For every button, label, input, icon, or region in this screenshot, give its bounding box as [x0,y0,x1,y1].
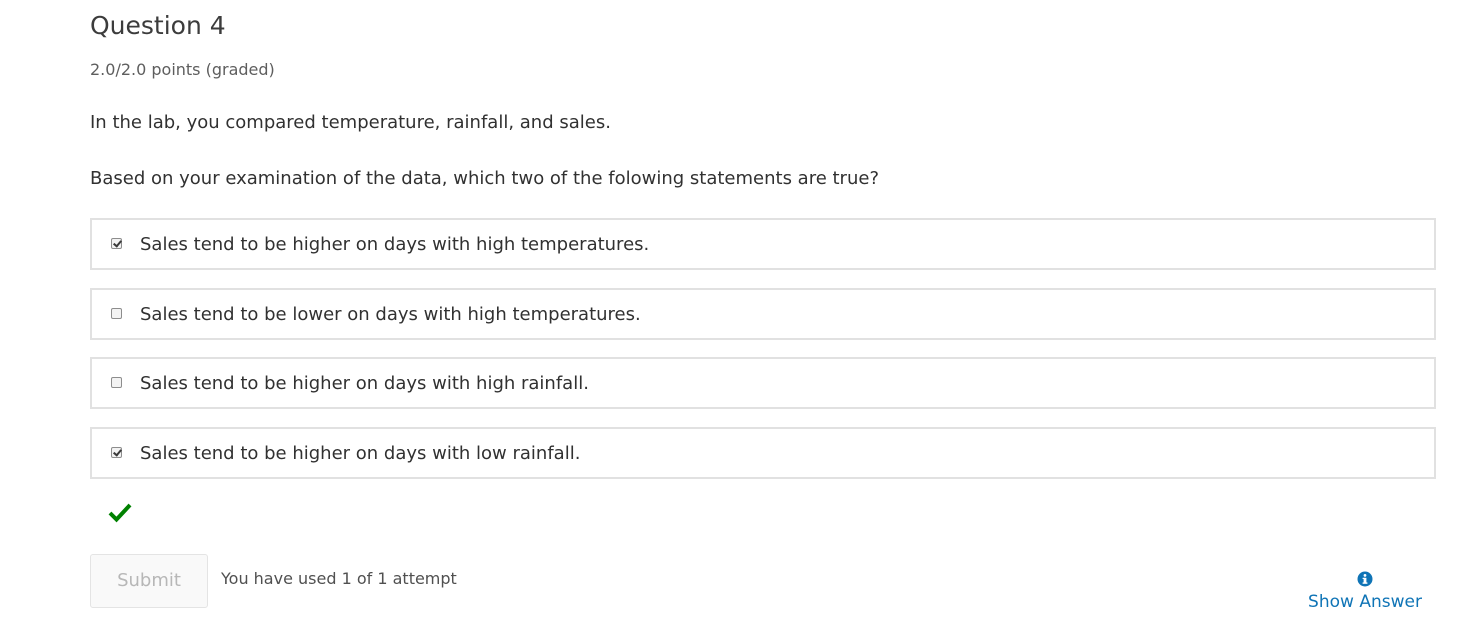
choice-label: Sales tend to be higher on days with hig… [140,234,650,255]
problem-question: Based on your examination of the data, w… [90,168,879,189]
choice-label: Sales tend to be lower on days with high… [140,304,641,325]
choice-checkbox[interactable] [111,238,122,249]
attempts-text: You have used 1 of 1 attempt [221,569,457,588]
info-icon [1357,571,1373,587]
choice-option[interactable]: Sales tend to be lower on days with high… [90,288,1436,340]
submit-button[interactable]: Submit [90,554,208,608]
problem-title: Question 4 [90,11,226,40]
choice-label: Sales tend to be higher on days with hig… [140,373,589,394]
show-answer-label: Show Answer [1308,592,1422,612]
choice-checkbox[interactable] [111,447,122,458]
checkmark-icon [108,503,132,523]
choice-option[interactable]: Sales tend to be higher on days with low… [90,427,1436,479]
choice-label: Sales tend to be higher on days with low… [140,443,581,464]
points-status: 2.0/2.0 points (graded) [90,60,275,79]
choice-checkbox[interactable] [111,377,122,388]
problem-intro: In the lab, you compared temperature, ra… [90,112,611,133]
choice-option[interactable]: Sales tend to be higher on days with hig… [90,357,1436,409]
choice-checkbox[interactable] [111,308,122,319]
choice-option[interactable]: Sales tend to be higher on days with hig… [90,218,1436,270]
show-answer-button[interactable]: Show Answer [1295,569,1435,621]
